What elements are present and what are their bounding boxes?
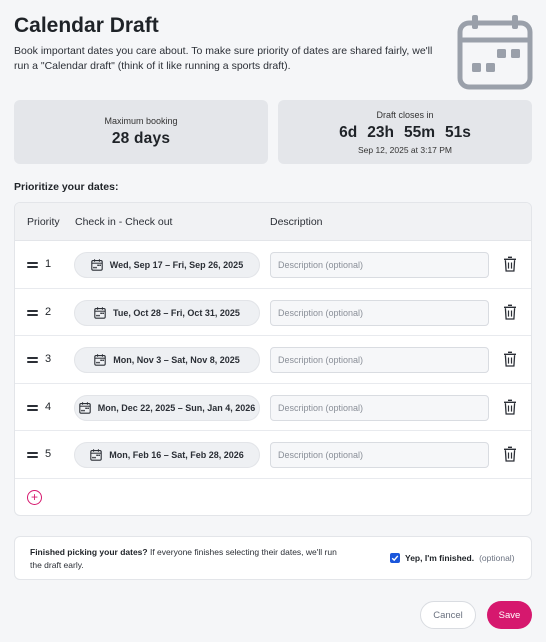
date-range-text: Mon, Dec 22, 2025 – Sun, Jan 4, 2026 [97, 402, 256, 413]
date-range-picker[interactable]: Mon, Feb 16 – Sat, Feb 28, 2026 [74, 442, 260, 468]
countdown: 6d 23h 55m 51s [339, 124, 471, 142]
priority-number: 1 [45, 258, 52, 270]
trash-icon[interactable] [503, 304, 517, 320]
header-priority: Priority [27, 216, 60, 228]
trash-icon[interactable] [503, 399, 517, 415]
finished-checkbox-label: Yep, I'm finished. [405, 553, 475, 563]
priority-table: Priority Check in - Check out Descriptio… [14, 202, 532, 516]
drag-handle-icon[interactable] [27, 262, 38, 268]
table-row: 4 Mon, Dec 22, 2025 – Sun, Jan 4, 2026 [15, 384, 531, 431]
max-booking-card: Maximum booking 28 days [14, 100, 268, 164]
optional-label: (optional) [479, 553, 515, 563]
finish-message: Finished picking your dates? If everyone… [30, 546, 350, 571]
page-title: Calendar Draft [14, 14, 159, 37]
calendar-icon [91, 259, 103, 271]
date-range-text: Wed, Sep 17 – Fri, Sep 26, 2025 [109, 260, 244, 270]
plus-circle-icon[interactable]: + [27, 489, 42, 505]
max-booking-value: 28 days [111, 130, 171, 147]
priority-number: 5 [45, 448, 52, 460]
save-button[interactable]: Save [487, 601, 532, 629]
table-row: 3 Mon, Nov 3 – Sat, Nov 8, 2025 [15, 336, 531, 384]
add-symbol: + [30, 490, 38, 504]
draft-closes-date: Sep 12, 2025 at 3:17 PM [357, 144, 453, 155]
finish-question: Finished picking your dates? [30, 547, 148, 557]
drag-handle-icon[interactable] [27, 357, 38, 363]
finished-checkbox-group[interactable]: Yep, I'm finished. (optional) [390, 553, 515, 563]
table-header: Priority Check in - Check out Descriptio… [15, 203, 531, 241]
priority-number: 3 [45, 353, 52, 365]
drag-handle-icon[interactable] [27, 309, 38, 316]
priority-number: 2 [45, 305, 52, 318]
description-input[interactable] [270, 347, 489, 373]
trash-icon[interactable] [503, 446, 517, 462]
table-row: 5 Mon, Feb 16 – Sat, Feb 28, 2026 [15, 431, 531, 479]
date-range-text: Tue, Oct 28 – Fri, Oct 31, 2025 [113, 307, 240, 318]
calendar-icon [94, 354, 106, 366]
header-description: Description [270, 216, 323, 228]
intro-text: Book important dates you care about. To … [14, 45, 433, 72]
table-row: 2 Tue, Oct 28 – Fri, Oct 31, 2025 [15, 289, 531, 336]
trash-icon[interactable] [503, 256, 517, 272]
table-row: 1 Wed, Sep 17 – Fri, Sep 26, 2025 [15, 241, 531, 289]
countdown-hours: 23h [367, 123, 394, 141]
drag-handle-icon[interactable] [27, 452, 38, 458]
countdown-days: 6d [339, 123, 358, 141]
header-dates: Check in - Check out [75, 216, 173, 228]
cancel-button[interactable]: Cancel [420, 601, 476, 629]
draft-closes-card: Draft closes in 6d 23h 55m 51s Sep 12, 2… [278, 100, 532, 164]
calendar-icon [78, 401, 91, 414]
date-range-picker[interactable]: Tue, Oct 28 – Fri, Oct 31, 2025 [74, 299, 260, 326]
add-row: + [15, 479, 531, 516]
priority-number: 4 [45, 400, 52, 413]
calendar-illustration-icon [457, 15, 533, 90]
date-range-text: Mon, Feb 16 – Sat, Feb 28, 2026 [109, 450, 244, 460]
calendar-icon [90, 449, 102, 461]
countdown-minutes: 55m [403, 123, 435, 141]
date-range-picker[interactable]: Wed, Sep 17 – Fri, Sep 26, 2025 [74, 252, 260, 278]
draft-closes-label: Draft closes in [376, 109, 434, 120]
date-range-picker[interactable]: Mon, Nov 3 – Sat, Nov 8, 2025 [74, 347, 260, 373]
trash-icon[interactable] [503, 351, 517, 367]
finish-card: Finished picking your dates? If everyone… [14, 536, 532, 580]
description-input[interactable] [270, 299, 489, 326]
description-input[interactable] [270, 442, 489, 468]
description-input[interactable] [270, 252, 489, 278]
date-range-picker[interactable]: Mon, Dec 22, 2025 – Sun, Jan 4, 2026 [74, 394, 260, 421]
finished-checkbox[interactable] [390, 553, 400, 563]
max-booking-label: Maximum booking [104, 116, 178, 126]
checkmark-icon [391, 555, 399, 562]
countdown-seconds: 51s [444, 123, 471, 141]
section-title: Prioritize your dates: [14, 181, 119, 193]
date-range-text: Mon, Nov 3 – Sat, Nov 8, 2025 [113, 355, 240, 365]
description-input[interactable] [270, 394, 489, 421]
calendar-icon [94, 306, 106, 319]
drag-handle-icon[interactable] [27, 404, 38, 411]
